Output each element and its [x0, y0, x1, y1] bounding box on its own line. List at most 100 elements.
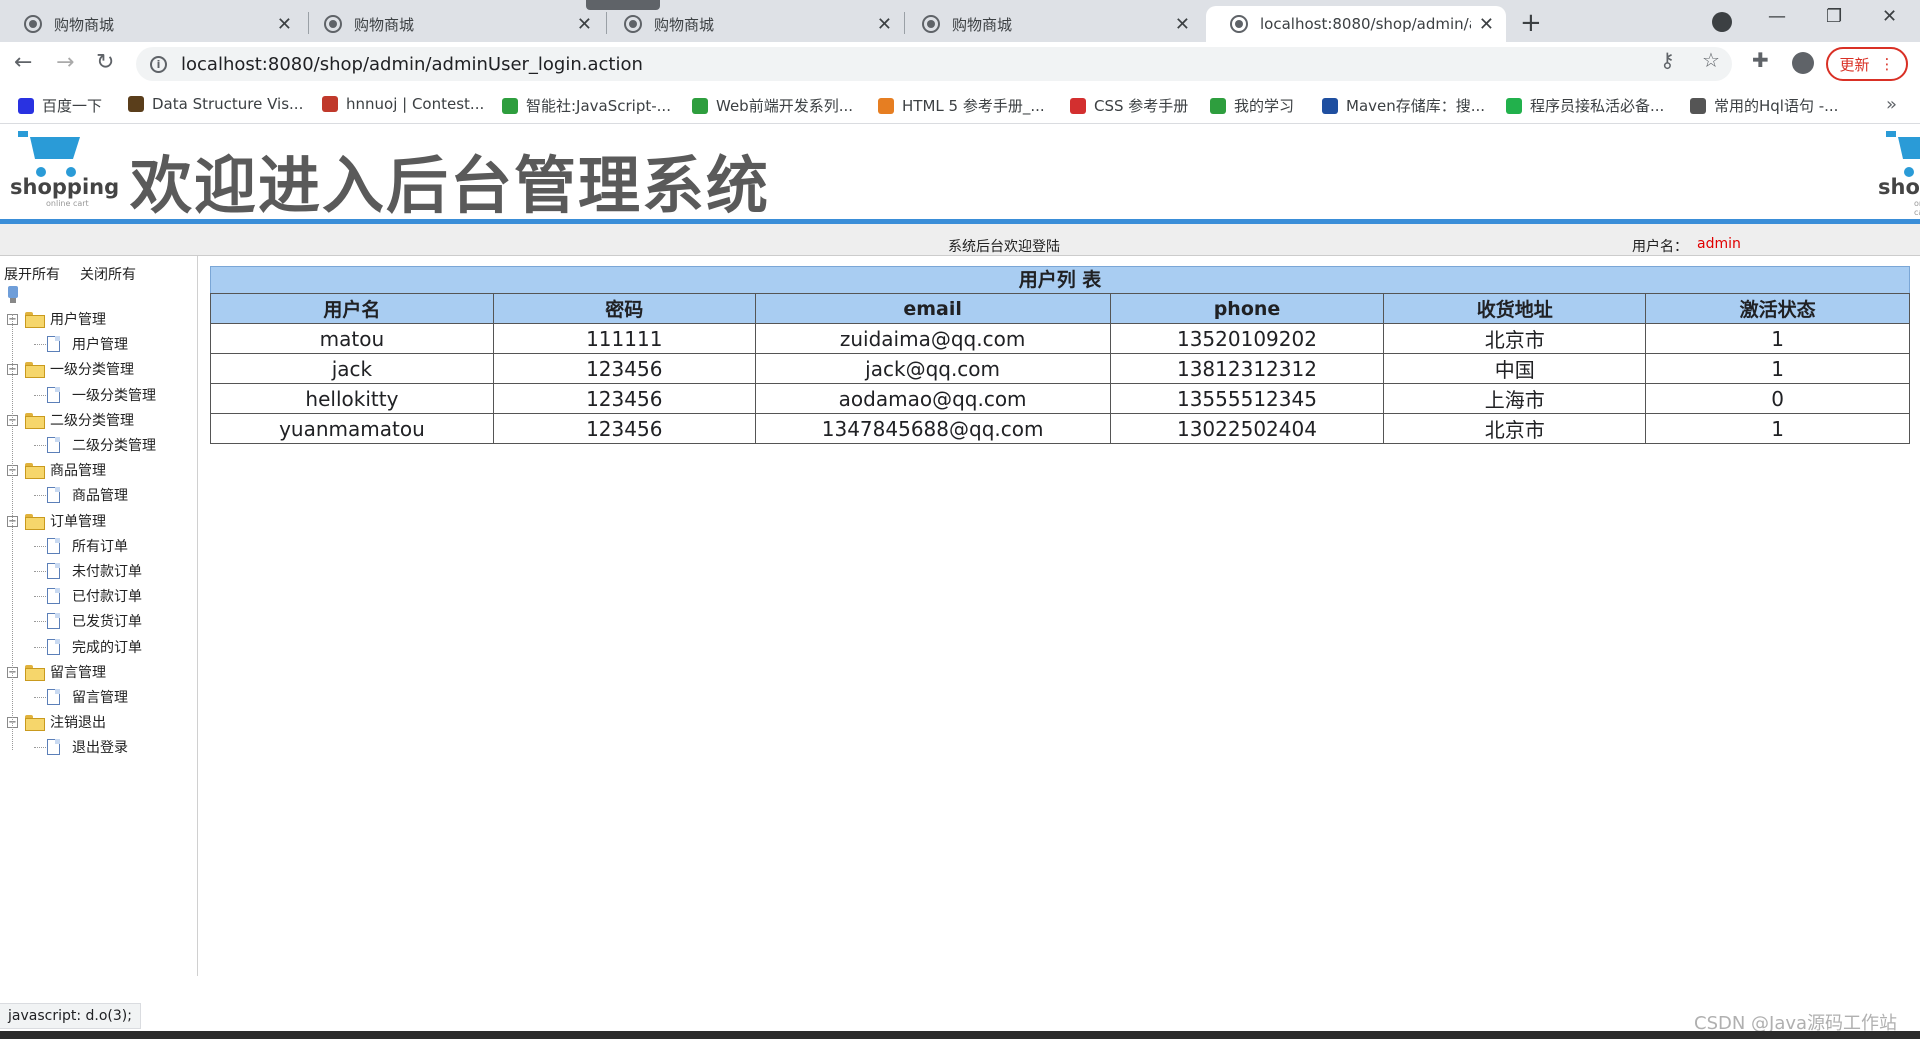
tab-search-icon[interactable]: [1712, 12, 1732, 32]
reload-icon[interactable]: ↻: [96, 50, 114, 75]
tree-leaf-label[interactable]: 二级分类管理: [72, 435, 156, 455]
table-header-row: 用户名 密码 email phone 收货地址 激活状态: [210, 293, 1910, 324]
close-icon[interactable]: ✕: [877, 14, 892, 35]
tab-title: 购物商城: [952, 15, 1013, 34]
bookmarks-overflow-icon[interactable]: »: [1886, 94, 1897, 115]
tree-connector: [34, 571, 46, 572]
tree-leaf-label[interactable]: 已付款订单: [72, 586, 142, 606]
tree-leaf[interactable]: 未付款订单: [0, 560, 196, 582]
tree-leaf-label[interactable]: 完成的订单: [72, 637, 142, 657]
tree-leaf-label[interactable]: 已发货订单: [72, 611, 142, 631]
tree-leaf-label[interactable]: 留言管理: [72, 687, 128, 707]
tree-folder[interactable]: − 注销退出: [0, 711, 196, 733]
tree-leaf[interactable]: 一级分类管理: [0, 384, 196, 406]
collapse-all-link[interactable]: 关闭所有: [80, 264, 136, 284]
tree-leaf[interactable]: 已发货订单: [0, 610, 196, 632]
tree-leaf[interactable]: 二级分类管理: [0, 434, 196, 456]
page-icon: [47, 613, 60, 629]
url-text[interactable]: localhost:8080/shop/admin/adminUser_logi…: [181, 54, 643, 75]
bookmark-item[interactable]: Web前端开发系列...: [692, 95, 853, 116]
forward-icon[interactable]: →: [56, 50, 74, 75]
bookmark-icon: [1690, 97, 1706, 114]
table-cell: jack@qq.com: [754, 353, 1111, 384]
bookmark-item[interactable]: 百度一下: [18, 95, 102, 116]
bookmark-item[interactable]: hnnuoj | Contest...: [322, 95, 484, 113]
table-body: matou 111111 zuidaima@qq.com 13520109202 北京市…: [210, 323, 1910, 444]
tree-folder[interactable]: − 用户管理: [0, 308, 196, 330]
user-table: 用户列 表 用户名 密码 email phone 收货地址 激活状态 matou 11111…: [210, 266, 1910, 444]
window-close-icon[interactable]: ✕: [1882, 6, 1897, 27]
tree-leaf[interactable]: 已付款订单: [0, 585, 196, 607]
table-cell: 上海市: [1383, 383, 1647, 414]
bookmark-icon: [502, 97, 518, 114]
restore-icon[interactable]: ❐: [1826, 6, 1842, 27]
tree-folder[interactable]: − 商品管理: [0, 459, 196, 481]
table-cell: zuidaima@qq.com: [754, 323, 1111, 354]
tree-folder[interactable]: − 二级分类管理: [0, 409, 196, 431]
tree-leaf-label[interactable]: 所有订单: [72, 536, 128, 556]
table-row: yuanmamatou 123456 1347845688@qq.com 130225…: [210, 413, 1910, 444]
browser-tab[interactable]: 购物商城 ✕: [300, 6, 604, 42]
status-bar: javascript: d.o(3);: [0, 1003, 141, 1029]
main-content: 用户列 表 用户名 密码 email phone 收货地址 激活状态 matou 11111…: [210, 266, 1910, 444]
close-icon[interactable]: ✕: [1479, 14, 1494, 35]
key-icon[interactable]: ⚷: [1660, 48, 1675, 72]
browser-tab[interactable]: 购物商城 ✕: [600, 6, 904, 42]
tree-leaf[interactable]: 完成的订单: [0, 636, 196, 658]
star-icon[interactable]: ☆: [1702, 48, 1720, 72]
back-icon[interactable]: ←: [14, 50, 32, 75]
update-label: 更新: [1839, 55, 1870, 74]
bookmark-label: Data Structure Vis...: [152, 95, 304, 113]
tree-leaf[interactable]: 留言管理: [0, 686, 196, 708]
close-icon[interactable]: ✕: [577, 14, 592, 35]
tree-leaf[interactable]: 用户管理: [0, 333, 196, 355]
bookmark-item[interactable]: 智能社:JavaScript-...: [502, 95, 671, 116]
tree-leaf-label[interactable]: 退出登录: [72, 737, 128, 757]
table-cell: 1347845688@qq.com: [754, 413, 1111, 444]
tree-leaf-label[interactable]: 一级分类管理: [72, 385, 156, 405]
bookmarks-bar: 百度一下 Data Structure Vis... hnnuoj | Contes…: [0, 86, 1920, 124]
tree-folder[interactable]: − 留言管理: [0, 661, 196, 683]
tree-folder[interactable]: − 一级分类管理: [0, 358, 196, 380]
bookmark-label: Maven存储库：搜...: [1346, 97, 1486, 115]
tree-leaf[interactable]: 商品管理: [0, 484, 196, 506]
bookmark-item[interactable]: CSS 参考手册: [1070, 95, 1188, 116]
close-icon[interactable]: ✕: [277, 14, 292, 35]
address-bar[interactable]: i localhost:8080/shop/admin/adminUser_lo…: [136, 47, 1732, 81]
table-cell: 123456: [492, 353, 756, 384]
close-icon[interactable]: ✕: [1175, 14, 1190, 35]
tab-title: 购物商城: [654, 15, 715, 34]
column-header: 密码: [492, 293, 756, 324]
update-button[interactable]: 更新 ⋮: [1826, 47, 1908, 81]
bookmark-item[interactable]: 程序员接私活必备...: [1506, 95, 1664, 116]
info-icon[interactable]: i: [150, 55, 167, 73]
tree-folder[interactable]: − 订单管理: [0, 510, 196, 532]
column-header: 激活状态: [1645, 293, 1910, 324]
browser-tab-active[interactable]: localhost:8080/shop/admin/ad ✕: [1206, 6, 1506, 42]
tree-leaf[interactable]: 退出登录: [0, 736, 196, 758]
bookmark-item[interactable]: Maven存储库：搜...: [1322, 95, 1485, 116]
tree-leaf-label[interactable]: 商品管理: [72, 485, 128, 505]
minimize-icon[interactable]: —: [1768, 6, 1786, 27]
browser-toolbar: ← → ↻ i localhost:8080/shop/admin/adminU…: [0, 42, 1920, 86]
tree-leaf-label[interactable]: 未付款订单: [72, 561, 142, 581]
expand-all-link[interactable]: 展开所有: [4, 264, 60, 284]
table-cell: 中国: [1383, 353, 1647, 384]
logo-subtext: online cart: [1914, 199, 1920, 215]
bookmark-label: HTML 5 参考手册_...: [902, 97, 1045, 115]
bookmark-label: Web前端开发系列...: [716, 97, 854, 115]
browser-tab[interactable]: 购物商城 ✕: [0, 6, 304, 42]
bookmark-item[interactable]: HTML 5 参考手册_...: [878, 95, 1045, 116]
bookmark-item[interactable]: Data Structure Vis...: [128, 95, 303, 113]
tree-leaf[interactable]: 所有订单: [0, 535, 196, 557]
bookmark-item[interactable]: 我的学习: [1210, 95, 1294, 116]
profile-icon[interactable]: [1792, 52, 1814, 74]
new-tab-button[interactable]: +: [1520, 8, 1542, 38]
extensions-icon[interactable]: ✚: [1752, 48, 1769, 72]
tree-leaf-label[interactable]: 用户管理: [72, 334, 128, 354]
globe-icon: [324, 15, 342, 33]
cart-icon: [1886, 131, 1920, 177]
browser-tab[interactable]: 购物商城 ✕: [898, 6, 1202, 42]
page-icon: [47, 538, 60, 554]
bookmark-item[interactable]: 常用的Hql语句 -...: [1690, 95, 1838, 116]
